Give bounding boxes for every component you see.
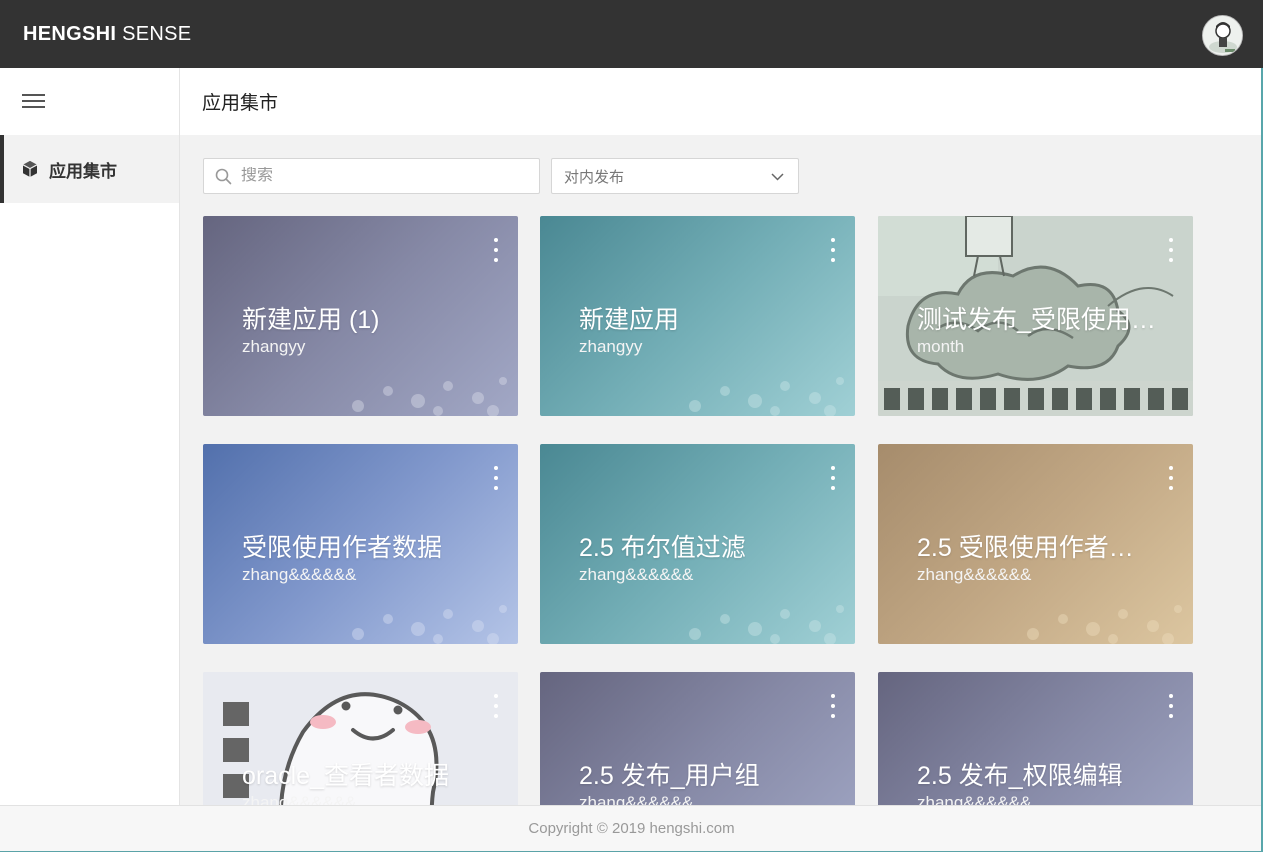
- card-author: zhang&&&&&&: [917, 565, 1032, 584]
- app-card[interactable]: 2.5 布尔值过滤 zhang&&&&&&: [540, 444, 855, 644]
- card-more-icon[interactable]: [825, 692, 841, 720]
- content-header: 应用集市: [180, 68, 1263, 135]
- card-more-icon[interactable]: [825, 236, 841, 264]
- publish-type-select[interactable]: 对内发布: [551, 158, 799, 194]
- search-box[interactable]: [203, 158, 540, 194]
- card-author: zhang&&&&&&: [917, 793, 1032, 805]
- card-title: oracle_查看者数据: [242, 762, 449, 790]
- app-card[interactable]: 新建应用 zhangyy: [540, 216, 855, 416]
- card-title: 受限使用作者数据: [242, 534, 443, 562]
- card-pattern-decor: [689, 377, 844, 416]
- search-input[interactable]: [241, 167, 521, 185]
- card-title: 2.5 发布_用户组: [579, 762, 760, 790]
- card-author: zhang&&&&&&: [242, 565, 357, 584]
- brand-logo[interactable]: HENGSHI SENSE: [23, 23, 191, 46]
- cube-icon: [22, 161, 38, 177]
- card-title: 新建应用: [579, 306, 680, 334]
- card-author: zhang&&&&&&: [242, 793, 357, 805]
- app-card[interactable]: 受限使用作者数据 zhang&&&&&&: [203, 444, 518, 644]
- card-author: zhang&&&&&&: [579, 793, 694, 805]
- avatar-image-icon: [1203, 16, 1242, 55]
- card-more-icon[interactable]: [1163, 236, 1179, 264]
- card-title: 新建应用 (1): [242, 306, 380, 334]
- card-author: zhangyy: [242, 337, 306, 356]
- card-author: zhang&&&&&&: [579, 565, 694, 584]
- page-title: 应用集市: [202, 93, 279, 114]
- card-more-icon[interactable]: [1163, 692, 1179, 720]
- card-title: 2.5 布尔值过滤: [579, 534, 746, 562]
- app-card[interactable]: 2.5 发布_用户组 zhang&&&&&&: [540, 672, 855, 805]
- app-card[interactable]: 2.5 发布_权限编辑 zhang&&&&&&: [878, 672, 1193, 805]
- copyright-text: Copyright © 2019 hengshi.com: [528, 820, 735, 837]
- card-title: 2.5 发布_权限编辑: [917, 762, 1123, 790]
- app-card[interactable]: 2.5 受限使用作者数据 zhang&&&&&&: [878, 444, 1193, 644]
- card-pattern-decor: [352, 377, 507, 416]
- app-card[interactable]: 新建应用 (1) zhangyy: [203, 216, 518, 416]
- top-bar: HENGSHI SENSE: [0, 0, 1263, 68]
- sidebar-item-app-market[interactable]: 应用集市: [0, 135, 179, 203]
- card-more-icon[interactable]: [825, 464, 841, 492]
- card-more-icon[interactable]: [488, 692, 504, 720]
- app-card-grid: 新建应用 (1) zhangyy 新建应用 zhangyy 测试发布_受限使用作…: [180, 200, 1263, 805]
- card-more-icon[interactable]: [488, 236, 504, 264]
- app-card[interactable]: oracle_查看者数据 zhang&&&&&&: [203, 672, 518, 805]
- sidebar: 应用集市: [0, 68, 180, 805]
- chevron-down-icon: [771, 173, 784, 181]
- card-author: month: [917, 337, 965, 356]
- publish-type-selected: 对内发布: [564, 168, 625, 186]
- card-title: 测试发布_受限使用作者数据: [917, 306, 1157, 334]
- card-more-icon[interactable]: [488, 464, 504, 492]
- sidebar-item-label: 应用集市: [49, 161, 117, 181]
- brand-name-light: SENSE: [116, 22, 192, 45]
- card-author: zhangyy: [579, 337, 643, 356]
- hamburger-icon[interactable]: [22, 94, 45, 109]
- card-more-icon[interactable]: [1163, 464, 1179, 492]
- card-title: 2.5 受限使用作者数据: [917, 534, 1157, 562]
- footer: Copyright © 2019 hengshi.com: [0, 805, 1263, 852]
- user-avatar[interactable]: [1202, 15, 1243, 56]
- brand-name-bold: HENGSHI: [23, 22, 117, 45]
- search-icon: [215, 168, 232, 184]
- app-card[interactable]: 测试发布_受限使用作者数据 month: [878, 216, 1193, 416]
